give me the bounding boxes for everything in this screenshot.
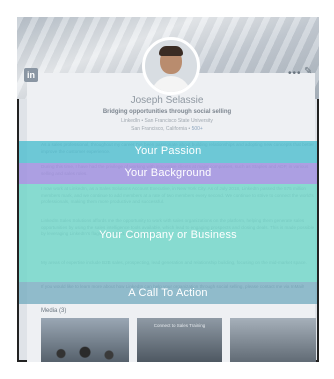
profile-name: Joseph Selassie [130,95,204,106]
profile-headline: Bridging opportunities through social se… [102,109,232,115]
media-thumbnail-caption: Connect to Sales Training [153,323,206,328]
band-passion-label: Your Passion [134,145,202,157]
linkedin-logo-icon[interactable]: in [24,68,38,82]
avatar-hair [159,46,183,56]
band-call-to-action: A Call To Action [19,282,317,304]
band-company: Your Company or Business [19,184,317,282]
profile-location-line: San Francisco, California • 500+ [0,126,334,132]
media-section-title: Media (3) [41,308,67,314]
band-cta-label: A Call To Action [128,287,208,299]
media-thumbnail-3[interactable] [230,318,316,362]
avatar[interactable] [142,37,200,95]
band-company-label: Your Company or Business [99,229,237,241]
media-thumbnail-1[interactable] [41,318,129,362]
thumbnail-people-image [45,334,125,362]
band-background-label: Your Background [124,167,212,179]
profile-location: San Francisco, California • [131,126,191,132]
profile-subline: LinkedIn • San Francisco State Universit… [121,118,213,124]
more-icon[interactable]: ••• [288,68,302,79]
band-passion: Your Passion [19,141,317,163]
media-thumbnail-2[interactable]: Connect to Sales Training [137,318,222,362]
band-background: Your Background [19,163,317,184]
pencil-icon[interactable]: ✎ [304,66,312,77]
connections-link[interactable]: 500+ [192,126,203,132]
